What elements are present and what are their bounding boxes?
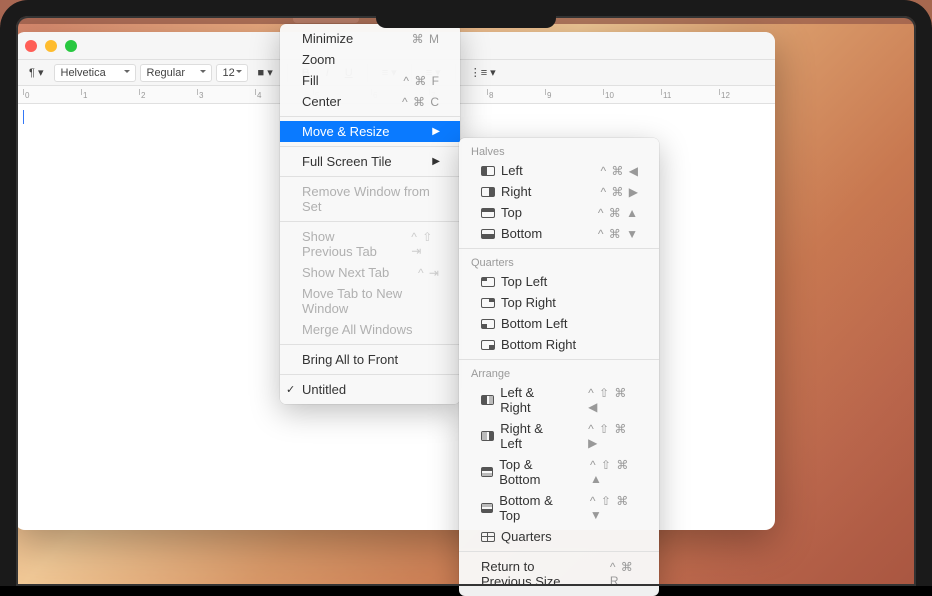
minimize-button[interactable]: [45, 40, 57, 52]
submenu-header: Quarters: [459, 253, 659, 271]
apple-logo-icon[interactable]: [10, 5, 24, 19]
submenu-item-quarters[interactable]: Quarters: [459, 526, 659, 547]
submenu-item-bottom-top[interactable]: Bottom & Top^ ⇧ ⌘ ▼: [459, 490, 659, 526]
menu-item-bring-all-to-front[interactable]: Bring All to Front: [280, 349, 460, 370]
submenu-item-top-bottom[interactable]: Top & Bottom^ ⇧ ⌘ ▲: [459, 454, 659, 490]
menubar-app-name[interactable]: TextEdit: [30, 2, 100, 23]
paragraph-style-icon[interactable]: ¶ ▾: [23, 64, 50, 81]
close-button[interactable]: [25, 40, 37, 52]
text-color-icon[interactable]: ■ ▾: [252, 64, 279, 81]
submenu-item-right-left[interactable]: Right & Left^ ⇧ ⌘ ▶: [459, 418, 659, 454]
menubar-format[interactable]: Format: [184, 2, 245, 23]
text-cursor: [23, 110, 24, 124]
menubar-edit[interactable]: Edit: [141, 2, 183, 23]
menu-item-fill[interactable]: Fill^ ⌘ F: [280, 70, 460, 91]
submenu-item-left[interactable]: Left^ ⌘ ◀: [459, 160, 659, 181]
submenu-item-top[interactable]: Top^ ⌘ ▲: [459, 202, 659, 223]
submenu-item-bottom-left[interactable]: Bottom Left: [459, 313, 659, 334]
menu-item-show-previous-tab: Show Previous Tab^ ⇧ ⇥: [280, 226, 460, 262]
font-size-select[interactable]: 12: [216, 64, 248, 82]
zoom-button[interactable]: [65, 40, 77, 52]
menu-item-minimize[interactable]: Minimize⌘ M: [280, 28, 460, 49]
menu-item-move-resize[interactable]: Move & Resize▶: [280, 121, 460, 142]
submenu-item-bottom-right[interactable]: Bottom Right: [459, 334, 659, 355]
menu-item-full-screen-tile[interactable]: Full Screen Tile▶: [280, 151, 460, 172]
submenu-item-right[interactable]: Right^ ⌘ ▶: [459, 181, 659, 202]
menu-item-merge-all-windows: Merge All Windows: [280, 319, 460, 340]
submenu-item-bottom[interactable]: Bottom^ ⌘ ▼: [459, 223, 659, 244]
menu-item-untitled[interactable]: ✓Untitled: [280, 379, 460, 400]
menu-item-show-next-tab: Show Next Tab^ ⇥: [280, 262, 460, 283]
menu-item-zoom[interactable]: Zoom: [280, 49, 460, 70]
device-notch: [376, 0, 556, 28]
menubar-window[interactable]: Window: [293, 2, 359, 23]
submenu-header: Arrange: [459, 364, 659, 382]
submenu-header: Halves: [459, 142, 659, 160]
font-family-select[interactable]: Helvetica: [54, 64, 136, 82]
list-button[interactable]: ⋮≡ ▾: [464, 64, 502, 81]
submenu-item-top-right[interactable]: Top Right: [459, 292, 659, 313]
submenu-item-return[interactable]: Return to Previous Size^ ⌘ R: [459, 556, 659, 592]
submenu-item-left-right[interactable]: Left & Right^ ⇧ ⌘ ◀: [459, 382, 659, 418]
move-resize-submenu: HalvesLeft^ ⌘ ◀Right^ ⌘ ▶Top^ ⌘ ▲Bottom^…: [459, 138, 659, 596]
menu-item-remove-window-from-set: Remove Window from Set: [280, 181, 460, 217]
submenu-item-top-left[interactable]: Top Left: [459, 271, 659, 292]
menu-item-center[interactable]: Center^ ⌘ C: [280, 91, 460, 112]
menubar-file[interactable]: File: [100, 2, 141, 23]
window-menu-dropdown: Minimize⌘ MZoomFill^ ⌘ FCenter^ ⌘ C Move …: [280, 24, 460, 404]
menubar-view[interactable]: View: [245, 2, 293, 23]
menu-item-move-tab-to-new-window: Move Tab to New Window: [280, 283, 460, 319]
font-style-select[interactable]: Regular: [140, 64, 212, 82]
